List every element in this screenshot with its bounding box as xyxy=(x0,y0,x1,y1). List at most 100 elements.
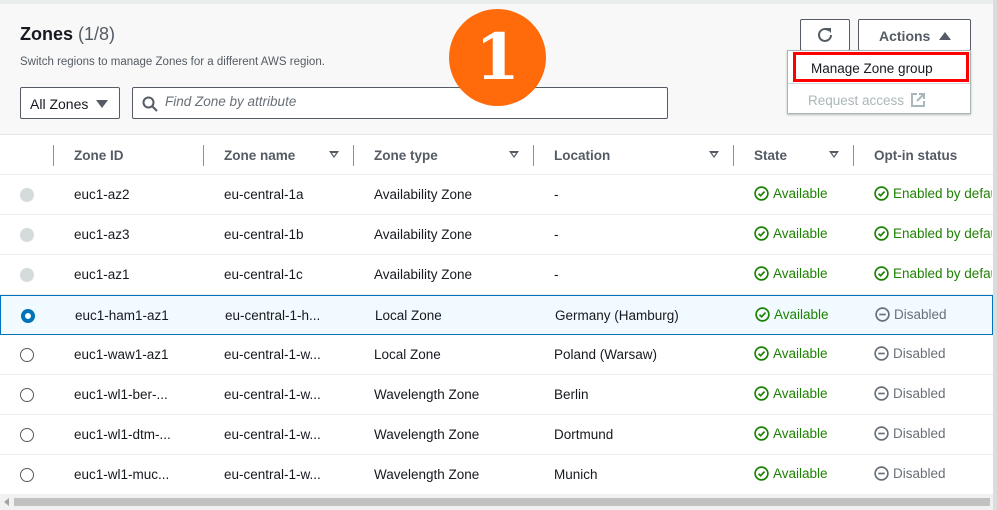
table-row[interactable]: euc1-az3 eu-central-1b Availability Zone… xyxy=(0,215,993,255)
state-status: Available xyxy=(755,307,829,322)
zone-type: Local Zone xyxy=(375,308,442,323)
table-row[interactable]: euc1-ham1-az1 eu-central-1-h... Local Zo… xyxy=(0,295,993,335)
opt-in-status: Disabled xyxy=(875,307,993,322)
page-subtitle: Switch regions to manage Zones for a dif… xyxy=(20,56,325,68)
menu-item-request-access[interactable]: Request access xyxy=(788,83,970,115)
location: Poland (Warsaw) xyxy=(554,347,658,362)
horizontal-scrollbar[interactable] xyxy=(0,494,993,510)
table-header: Zone ID Zone name Zone type Location Sta… xyxy=(0,136,993,175)
table-row[interactable]: euc1-az2 eu-central-1a Availability Zone… xyxy=(0,175,993,215)
row-radio[interactable] xyxy=(21,309,35,323)
row-radio xyxy=(20,228,34,242)
location: - xyxy=(554,267,559,282)
menu-item-manage-zone-group[interactable]: Manage Zone group xyxy=(793,52,969,82)
row-radio xyxy=(20,268,34,282)
zone-id: euc1-az2 xyxy=(74,187,130,202)
state-status: Available xyxy=(754,266,828,281)
zone-name: eu-central-1-h... xyxy=(225,308,321,323)
opt-in-text: Enabled by default xyxy=(893,186,992,201)
actions-button[interactable]: Actions xyxy=(858,19,971,51)
location: - xyxy=(554,227,559,242)
search-icon xyxy=(142,96,158,112)
sort-icon[interactable] xyxy=(509,151,519,158)
column-zone-name[interactable]: Zone name xyxy=(224,136,295,175)
zone-name: eu-central-1-w... xyxy=(224,347,321,362)
table-row[interactable]: euc1-az1 eu-central-1c Availability Zone… xyxy=(0,255,993,295)
caret-up-icon xyxy=(939,32,951,40)
zone-id: euc1-ham1-az1 xyxy=(75,308,169,323)
status-disabled-icon xyxy=(874,386,889,401)
table-row[interactable]: euc1-wl1-muc... eu-central-1-w... Wavele… xyxy=(0,455,993,495)
state-status: Available xyxy=(754,386,828,401)
opt-in-status: Disabled xyxy=(874,426,992,441)
column-divider xyxy=(533,145,534,166)
selection-count: (1/8) xyxy=(78,24,116,44)
location: Germany (Hamburg) xyxy=(555,308,679,323)
search-input[interactable] xyxy=(165,94,645,109)
vertical-scrollbar[interactable] xyxy=(993,0,997,510)
column-divider xyxy=(853,145,854,166)
opt-in-text: Disabled xyxy=(893,426,946,441)
status-check-icon xyxy=(754,266,769,281)
zone-id: euc1-waw1-az1 xyxy=(74,347,169,362)
zone-id: euc1-wl1-muc... xyxy=(74,467,170,482)
status-check-icon xyxy=(754,186,769,201)
title-text: Zones xyxy=(20,24,74,44)
status-check-icon xyxy=(754,386,769,401)
sort-icon[interactable] xyxy=(329,151,339,158)
status-disabled-icon xyxy=(875,307,890,322)
actions-menu: Manage Zone group Request access xyxy=(787,50,971,114)
column-location[interactable]: Location xyxy=(554,136,610,175)
column-divider xyxy=(53,145,54,166)
scrollbar-thumb[interactable] xyxy=(14,498,990,506)
caret-down-icon xyxy=(96,100,108,108)
refresh-icon xyxy=(818,27,832,42)
zone-name: eu-central-1a xyxy=(224,187,304,202)
status-check-icon xyxy=(755,307,770,322)
page-title: Zones (1/8) xyxy=(20,24,115,45)
state-text: Available xyxy=(773,266,828,281)
location: - xyxy=(554,187,559,202)
zone-id: euc1-wl1-dtm-... xyxy=(74,427,171,442)
scroll-left-icon[interactable] xyxy=(4,498,9,506)
state-status: Available xyxy=(754,466,828,481)
table-row[interactable]: euc1-waw1-az1 eu-central-1-w... Local Zo… xyxy=(0,335,993,375)
status-check-icon xyxy=(754,226,769,241)
opt-in-text: Enabled by default xyxy=(893,266,992,281)
sort-icon[interactable] xyxy=(829,151,839,158)
column-opt-in-status[interactable]: Opt-in status xyxy=(874,136,957,175)
row-radio[interactable] xyxy=(20,348,34,362)
zone-type: Wavelength Zone xyxy=(374,467,480,482)
zone-search[interactable] xyxy=(132,87,668,119)
table-row[interactable]: euc1-wl1-ber-... eu-central-1-w... Wavel… xyxy=(0,375,993,415)
status-disabled-icon xyxy=(874,466,889,481)
zone-id: euc1-az1 xyxy=(74,267,130,282)
zone-id: euc1-wl1-ber-... xyxy=(74,387,168,402)
opt-in-text: Disabled xyxy=(894,307,947,322)
state-text: Available xyxy=(773,466,828,481)
column-divider xyxy=(733,145,734,166)
row-radio xyxy=(20,188,34,202)
row-radio[interactable] xyxy=(20,388,34,402)
actions-label: Actions xyxy=(879,28,931,44)
zone-filter-select[interactable]: All Zones xyxy=(20,87,120,119)
opt-in-status: Disabled xyxy=(874,346,992,361)
column-zone-id[interactable]: Zone ID xyxy=(74,136,124,175)
request-access-label: Request access xyxy=(808,93,905,108)
opt-in-status: Enabled by default xyxy=(874,186,992,201)
opt-in-status: Enabled by default xyxy=(874,266,992,281)
state-text: Available xyxy=(773,186,828,201)
sort-icon[interactable] xyxy=(709,151,719,158)
step-annotation-badge: 1 xyxy=(449,9,546,106)
row-radio[interactable] xyxy=(20,468,34,482)
refresh-button[interactable] xyxy=(800,19,850,51)
row-radio[interactable] xyxy=(20,428,34,442)
opt-in-text: Disabled xyxy=(893,386,946,401)
zone-name: eu-central-1c xyxy=(224,267,303,282)
opt-in-status: Disabled xyxy=(874,386,992,401)
column-state[interactable]: State xyxy=(754,136,787,175)
table-row[interactable]: euc1-wl1-dtm-... eu-central-1-w... Wavel… xyxy=(0,415,993,455)
zone-type: Availability Zone xyxy=(374,187,473,202)
column-zone-type[interactable]: Zone type xyxy=(374,136,438,175)
status-check-icon xyxy=(874,226,889,241)
